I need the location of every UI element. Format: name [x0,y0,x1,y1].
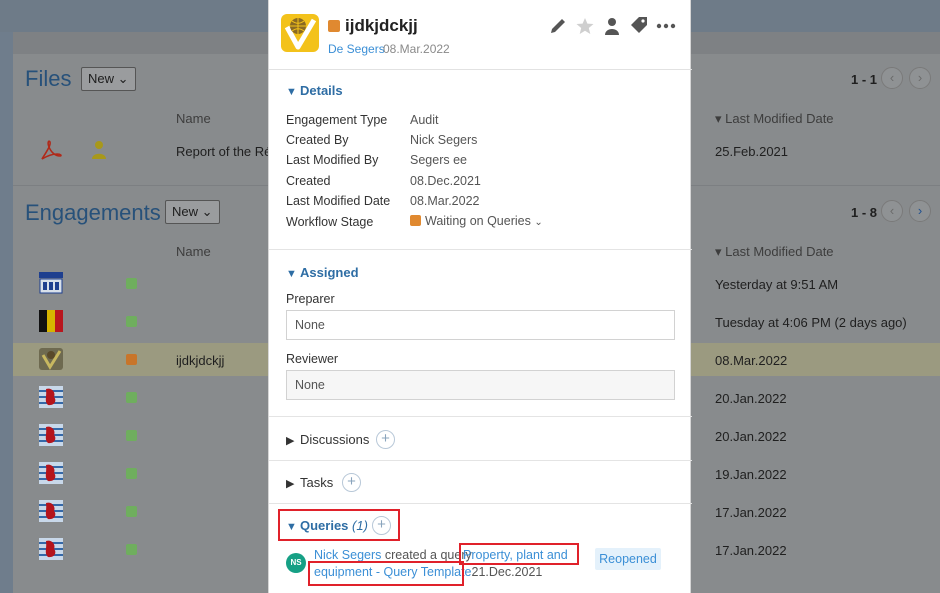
files-new-button[interactable]: New ⌄ [81,67,136,91]
query-status-badge[interactable]: Reopened [595,548,661,570]
engagement-row-modified: 08.Mar.2022 [715,353,788,368]
files-section-title: Files [25,66,72,91]
status-square [328,20,340,32]
section-separator [269,249,692,250]
status-dot [126,468,137,479]
engagement-row-modified: 17.Jan.2022 [715,505,787,520]
workflow-stage-label: Workflow Stage [286,215,374,229]
tasks-toggle[interactable]: ▶ Tasks [286,475,333,490]
pencil-icon[interactable] [548,16,568,36]
field-value: Segers ee [410,153,467,167]
highlight-box [308,561,464,586]
reviewer-label: Reviewer [286,352,339,366]
files-col-last-modified[interactable]: ▾ Last Modified Date [715,111,834,127]
reviewer-field[interactable]: None [286,370,675,400]
engagements-next-page-button[interactable]: › [909,200,931,222]
field-value: 08.Mar.2022 [410,194,480,208]
owner-link[interactable]: De Segers [328,42,385,56]
files-next-page-button[interactable]: › [909,67,931,89]
luxembourg-lion-icon [39,462,63,484]
section-separator [269,460,692,461]
status-dot [126,316,137,327]
pdf-icon [41,140,62,160]
status-dot [126,354,137,365]
engagement-row-modified: 20.Jan.2022 [715,429,787,444]
engagement-row-modified: Tuesday at 4:06 PM (2 days ago) [715,315,907,330]
more-icon[interactable] [656,16,676,36]
status-dot [126,392,137,403]
engagements-col-last-modified[interactable]: ▾ Last Modified Date [715,244,834,260]
details-toggle[interactable]: ▼ Details [286,83,343,98]
add-query-button[interactable]: + [372,516,391,535]
files-pager: 1 - 1 [851,72,878,87]
field-value: Nick Segers [410,133,478,147]
files-col-name[interactable]: Name [176,111,211,126]
query-date: 21.Dec.2021 [471,565,543,579]
status-dot [126,278,137,289]
add-discussion-button[interactable]: + [376,430,395,449]
files-prev-page-button[interactable]: ‹ [881,67,903,89]
engagement-row-modified: Yesterday at 9:51 AM [715,277,839,292]
engagement-row-modified: 17.Jan.2022 [715,543,787,558]
user-icon[interactable] [602,16,622,36]
field-label: Last Modified By [286,153,379,167]
highlight-box [459,543,579,565]
star-icon[interactable] [575,16,595,36]
engagement-logo-icon [281,14,319,52]
field-label: Created [286,174,331,188]
preparer-field[interactable]: None [286,310,675,340]
engagement-date: 08.Mar.2022 [383,42,450,56]
field-label: Created By [286,133,349,147]
status-dot [126,544,137,555]
engagement-row-modified: 20.Jan.2022 [715,391,787,406]
field-label: Last Modified Date [286,194,391,208]
engagement-row-name[interactable]: ijdkjdckjj [176,353,224,368]
workflow-status-square [410,215,421,226]
engagements-pager: 1 - 8 [851,205,878,220]
engagements-new-button[interactable]: New ⌄ [165,200,220,224]
engagement-title: ijdkjdckjj [345,16,418,35]
preparer-label: Preparer [286,292,335,306]
engagements-col-name[interactable]: Name [176,244,211,259]
files-row-name[interactable]: Report of the Révi [176,144,281,159]
building-icon [39,272,63,294]
assigned-toggle[interactable]: ▼ Assigned [286,265,359,280]
field-label: Engagement Type [286,113,388,127]
chevron-down-icon: ⌄ [534,217,543,228]
engagement-row-modified: 19.Jan.2022 [715,467,787,482]
belgium-flag-icon [39,310,63,332]
status-dot [126,506,137,517]
panel-header: ijdkjdckjj De Segers 08.Mar.2022 [269,0,692,70]
engagements-section-title: Engagements [25,200,161,225]
discussions-toggle[interactable]: ▶ Discussions [286,432,369,447]
engagement-detail-panel: ijdkjdckjj De Segers 08.Mar.2022 ▼ Detail… [268,0,692,593]
query-activity-line: Nick Segers created a query [314,548,472,562]
field-value: 08.Dec.2021 [410,174,481,188]
avatar: NS [286,553,306,573]
section-separator [269,416,692,417]
workflow-stage-dropdown[interactable]: Waiting on Queries ⌄ [410,214,543,228]
user-icon [92,141,106,159]
section-separator [269,503,692,504]
field-value: Audit [410,113,439,127]
engagements-prev-page-button[interactable]: ‹ [881,200,903,222]
luxembourg-lion-icon [39,538,63,560]
status-dot [126,430,137,441]
luxembourg-lion-icon [39,386,63,408]
files-row-modified: 25.Feb.2021 [715,144,789,159]
luxembourg-lion-icon [39,424,63,446]
tag-icon[interactable] [629,16,649,36]
queries-toggle[interactable]: ▼ Queries (1) [286,518,368,533]
query-author-link[interactable]: Nick Segers [314,548,381,562]
engagement-logo-icon [39,348,63,370]
add-task-button[interactable]: + [342,473,361,492]
luxembourg-lion-icon [39,500,63,522]
